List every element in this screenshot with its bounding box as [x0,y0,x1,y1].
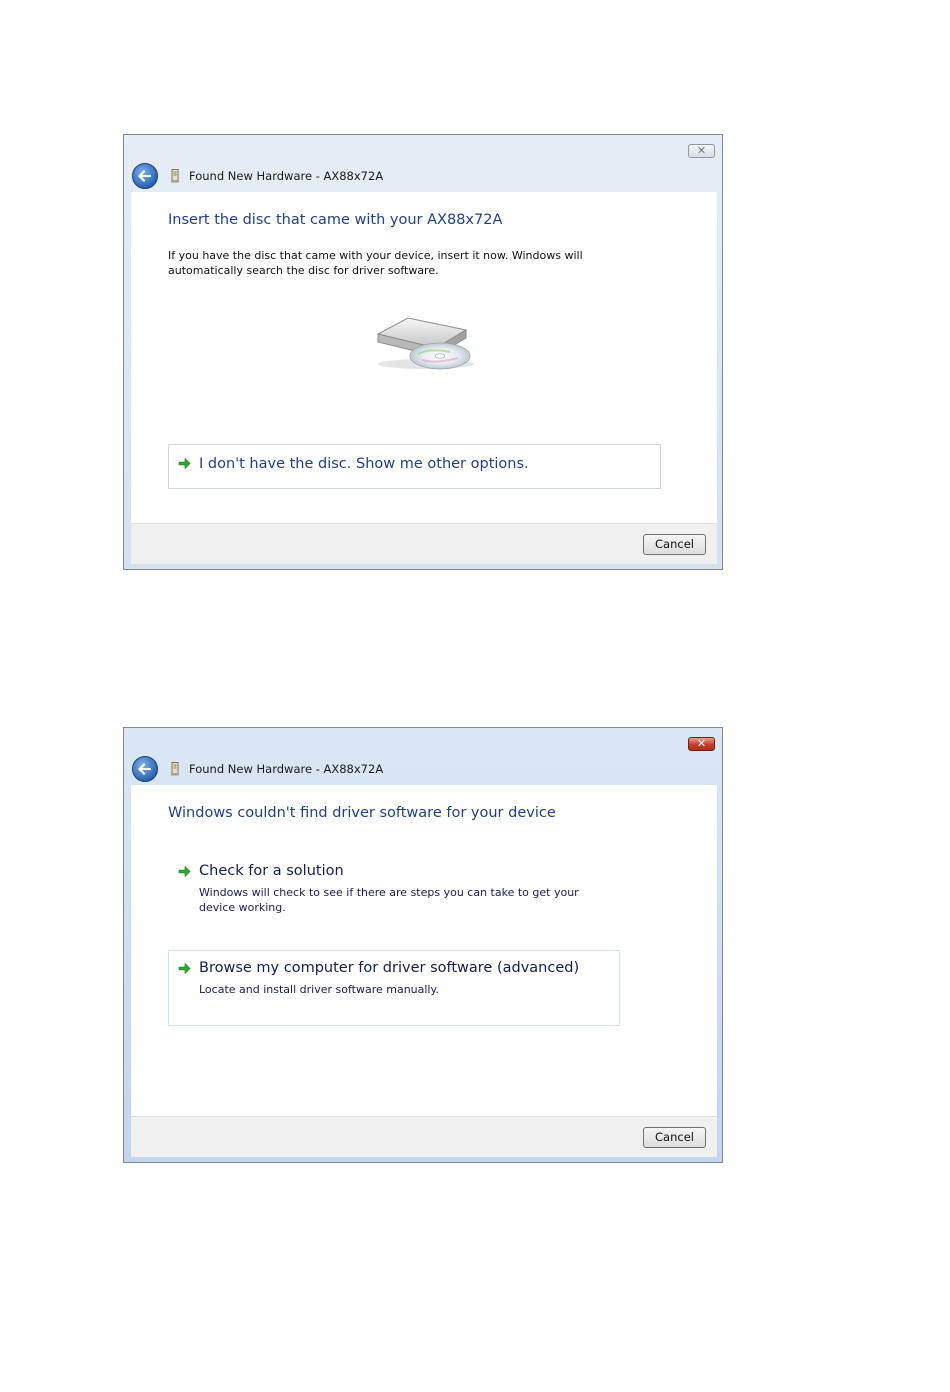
check-solution-title: Check for a solution [199,863,344,879]
window-title: Found New Hardware - AX88x72A [189,762,384,776]
hardware-icon [171,169,179,183]
green-arrow-icon [178,457,191,470]
dialog-footer: Cancel [131,1116,717,1157]
browse-computer-title: Browse my computer for driver software (… [199,960,580,976]
no-disc-option[interactable]: I don't have the disc. Show me other opt… [168,444,661,489]
no-disc-option-label: I don't have the disc. Show me other opt… [199,456,529,472]
dialog-footer: Cancel [131,523,717,564]
cancel-button[interactable]: Cancel [643,1127,706,1148]
found-new-hardware-dialog-no-driver: ✕ Found New Hardware - AX88x72A Windows … [123,727,723,1163]
instruction-text: If you have the disc that came with your… [168,249,583,277]
close-icon: ✕ [696,144,707,157]
back-arrow-icon [138,763,151,775]
green-arrow-icon [178,962,191,975]
dialog-content: Windows couldn't find driver software fo… [131,785,717,1116]
window-title: Found New Hardware - AX88x72A [189,169,384,183]
close-button[interactable]: ✕ [688,144,715,158]
found-new-hardware-dialog-insert-disc: ✕ Found New Hardware - AX88x72A Insert t… [123,134,723,570]
back-arrow-icon [138,170,151,182]
main-instruction: Windows couldn't find driver software fo… [168,805,556,821]
cancel-button[interactable]: Cancel [643,534,706,555]
main-instruction: Insert the disc that came with your AX88… [168,212,503,228]
back-button[interactable] [132,163,158,189]
hardware-icon [171,762,179,776]
check-solution-desc: Windows will check to see if there are s… [199,886,579,914]
browse-computer-option[interactable]: Browse my computer for driver software (… [168,950,620,1026]
browse-computer-desc: Locate and install driver software manua… [199,983,439,996]
dialog-content: Insert the disc that came with your AX88… [131,192,717,523]
back-button[interactable] [132,756,158,782]
close-icon: ✕ [696,737,707,750]
disc-drive-icon [376,317,474,370]
check-solution-option[interactable]: Check for a solution Windows will check … [168,853,618,915]
close-button[interactable]: ✕ [688,737,715,751]
green-arrow-icon [178,865,191,878]
